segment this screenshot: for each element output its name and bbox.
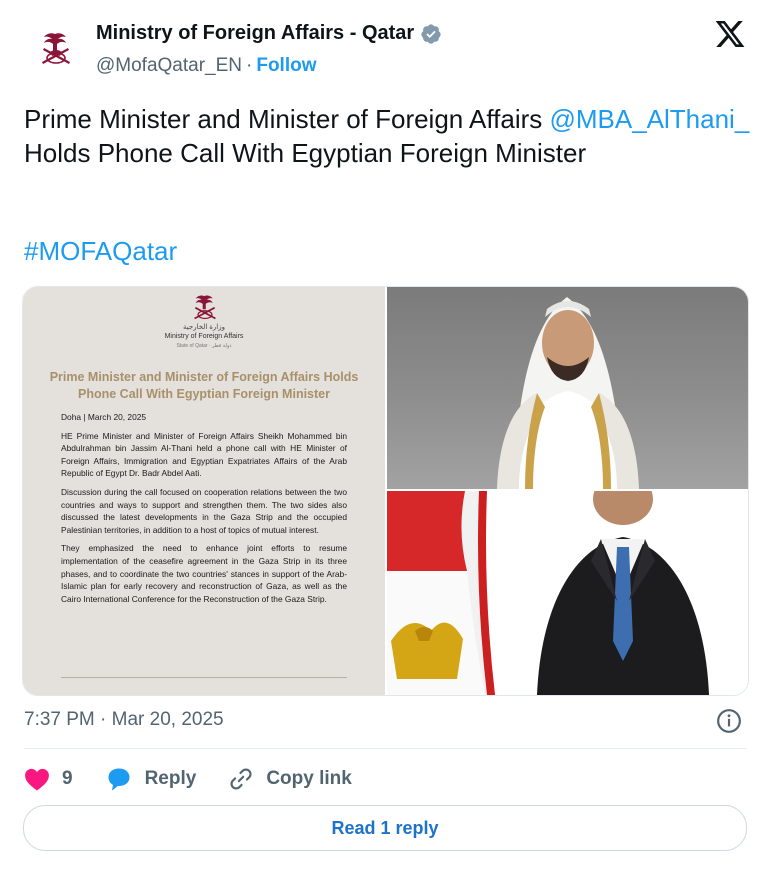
- action-bar: 9 Reply Copy link: [24, 762, 384, 796]
- doc-ministry-english: Ministry of Foreign Affairs: [164, 333, 244, 340]
- account-avatar[interactable]: [28, 22, 84, 78]
- prime-minister-photo[interactable]: [387, 287, 748, 489]
- hashtag-link[interactable]: #MOFAQatar: [24, 236, 177, 267]
- doc-state: State of Qatar · دولة قطر: [176, 343, 232, 349]
- tweet-embed-card: Ministry of Foreign Affairs - Qatar @Mof…: [0, 0, 770, 869]
- like-count: 9: [62, 768, 73, 789]
- x-logo-icon[interactable]: [714, 18, 746, 50]
- account-name[interactable]: Ministry of Foreign Affairs - Qatar: [96, 22, 414, 45]
- tweet-text-part1: Prime Minister and Minister of Foreign A…: [24, 104, 550, 134]
- pm-portrait-illustration: [497, 297, 639, 489]
- link-icon: [230, 768, 252, 790]
- doc-paragraph: Discussion during the call focused on co…: [61, 486, 347, 535]
- divider: [24, 748, 746, 749]
- fm-portrait-illustration: [387, 491, 709, 695]
- tweet-timestamp[interactable]: 7:37 PM · Mar 20, 2025: [24, 709, 224, 731]
- mention-link[interactable]: @MBA_AlThani_: [549, 104, 749, 134]
- handle-separator: ·: [246, 55, 253, 76]
- like-button[interactable]: 9: [24, 767, 73, 791]
- reply-bubble-icon: [108, 768, 130, 791]
- heart-icon: [25, 768, 49, 791]
- doc-ministry-arabic: وزارة الخارجية: [183, 324, 225, 331]
- doc-paragraph: They emphasized the need to enhance join…: [61, 543, 347, 604]
- doc-dateline: Doha | March 20, 2025: [61, 412, 147, 422]
- doc-divider: [61, 677, 347, 678]
- info-icon[interactable]: [716, 708, 742, 734]
- copy-link-button[interactable]: Copy link: [228, 766, 352, 792]
- foreign-minister-photo[interactable]: [387, 491, 748, 695]
- doc-title: Prime Minister and Minister of Foreign A…: [49, 370, 359, 401]
- read-replies-button[interactable]: Read 1 reply: [23, 805, 747, 851]
- mofa-emblem-icon: [194, 295, 216, 320]
- tweet-text: Prime Minister and Minister of Foreign A…: [24, 102, 754, 170]
- tweet-text-part2: Holds Phone Call With Egyptian Foreign M…: [24, 138, 587, 168]
- account-handle[interactable]: @MofaQatar_EN: [96, 55, 242, 77]
- doc-paragraph: HE Prime Minister and Minister of Foreig…: [61, 430, 347, 479]
- verified-badge-icon: [421, 23, 441, 44]
- handle-row: @MofaQatar_EN · Follow: [96, 55, 317, 77]
- follow-link[interactable]: Follow: [256, 55, 316, 77]
- reply-label: Reply: [144, 768, 197, 789]
- reply-button[interactable]: Reply: [105, 766, 197, 792]
- mofa-emblem-icon: [42, 33, 70, 64]
- copy-link-label: Copy link: [266, 768, 352, 789]
- account-name-row: Ministry of Foreign Affairs - Qatar: [96, 22, 442, 45]
- press-release-image[interactable]: وزارة الخارجية Ministry of Foreign Affai…: [23, 287, 385, 695]
- media-grid[interactable]: وزارة الخارجية Ministry of Foreign Affai…: [22, 286, 749, 696]
- doc-body: Doha | March 20, 2025 HE Prime Minister …: [61, 411, 347, 611]
